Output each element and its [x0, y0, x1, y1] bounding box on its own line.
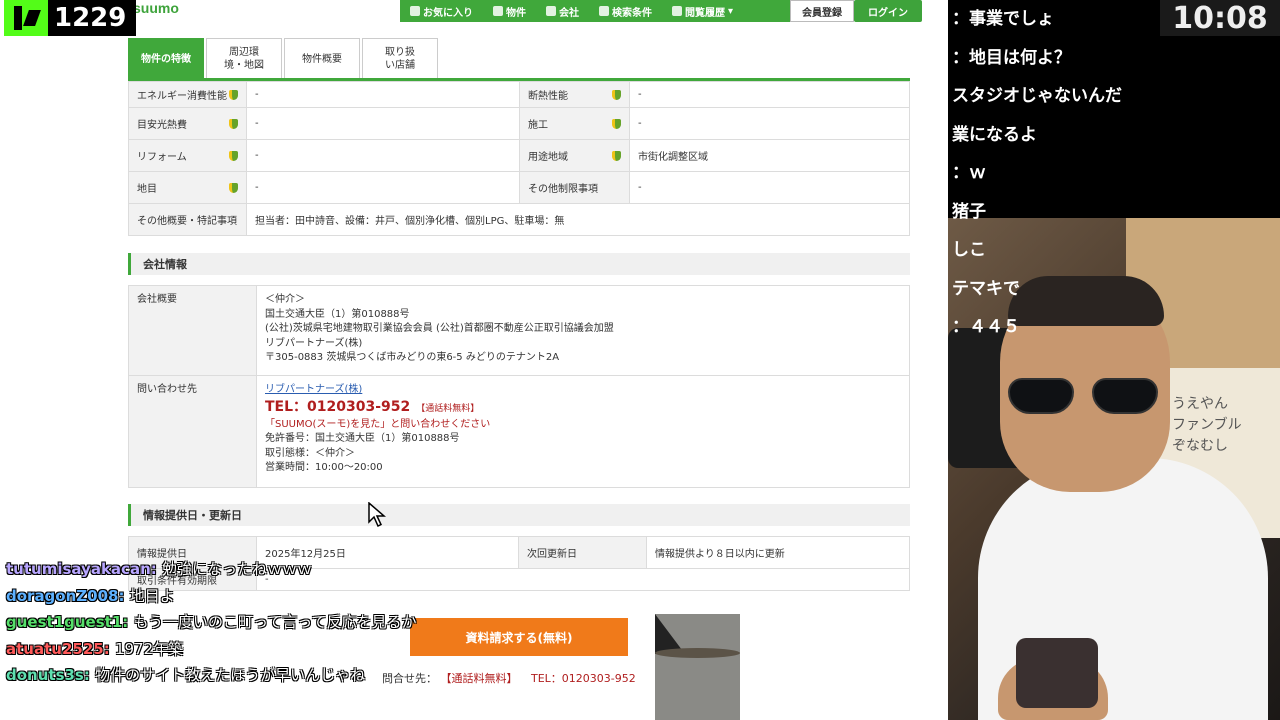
site-header: suumo お気に入り 物件 会社 検索条件 閲覧履歴 ▾ 会員登録 ログイン	[130, 0, 930, 22]
toll-free-badge: 【通話料無料】	[416, 403, 480, 414]
spec-label: 施工	[528, 120, 548, 131]
beginner-mark-icon[interactable]	[229, 150, 238, 161]
nav-property[interactable]: 物件	[493, 4, 526, 19]
viewer-count: 1229	[54, 3, 127, 33]
beginner-mark-icon[interactable]	[229, 182, 238, 193]
beginner-mark-icon[interactable]	[229, 118, 238, 129]
site-logo[interactable]: suumo	[133, 0, 179, 16]
nav-search-conditions[interactable]: 検索条件	[599, 4, 652, 19]
chat-message: atuatu2525: 1972年築	[6, 639, 184, 658]
search-icon	[599, 6, 609, 16]
chat-message: doragonZ008: 地目よ	[6, 586, 175, 605]
company-table: 会社概要 ＜仲介＞ 国土交通大臣（1）第010888号 (公社)茨城県宅地建物取…	[128, 285, 910, 488]
login-button[interactable]: ログイン	[854, 0, 922, 22]
tel-number[interactable]: TEL：0120303-952 【通話料無料】	[265, 398, 901, 418]
chat-message: tutumisayakacan: 勉強になったねｗｗｗ	[6, 560, 312, 578]
nav-history[interactable]: 閲覧履歴 ▾	[672, 4, 733, 19]
kick-logo-icon	[4, 0, 48, 36]
house-icon	[493, 6, 503, 16]
transaction-type: 取引態様：＜仲介＞	[265, 447, 355, 459]
side-chat-line: 業になるよ	[952, 124, 1037, 145]
license-number: 免許番号：国土交通大臣（1）第010888号	[265, 433, 460, 444]
tab-surroundings[interactable]: 周辺環境・地図	[206, 38, 282, 79]
spec-value: -	[246, 171, 520, 204]
spec-label: 用途地域	[528, 152, 568, 163]
member-register-button[interactable]: 会員登録	[790, 0, 854, 22]
side-chat-line: スタジオじゃないんだ	[952, 86, 1122, 106]
business-hours: 営業時間：10:00～20:00	[265, 462, 383, 473]
side-chat-line: しこ	[952, 240, 986, 260]
spec-value: -	[246, 139, 520, 172]
company-overview-label: 会社概要	[128, 285, 257, 376]
inquiry-label: 問い合わせ先	[128, 375, 257, 488]
table-row: 地目 - その他制限事項 -	[128, 171, 910, 204]
spec-label: リフォーム	[137, 152, 187, 163]
stream-side-panel: 10:08 ：事業でしょ ：地目は何よ？ スタジオじゃないんだ 業になるよ ：ｗ…	[948, 0, 1280, 720]
side-chat-line: ：ｗ	[952, 163, 986, 183]
spec-label: 地目	[137, 184, 157, 195]
viewer-counter: 1229	[4, 0, 136, 36]
spec-value: -	[629, 81, 910, 108]
spec-value: 担当者：田中詩音、設備：井戸、個別浄化槽、個別LPG、駐車場：無	[246, 203, 910, 236]
next-update-label: 次回更新日	[518, 536, 647, 569]
inquiry-company-link[interactable]: リブパートナーズ(株)	[265, 383, 901, 398]
table-row: 問い合わせ先 リブパートナーズ(株) TEL：0120303-952 【通話料無料…	[128, 375, 910, 488]
beginner-mark-icon[interactable]	[229, 89, 238, 100]
spec-value: 市街化調整区域	[629, 139, 910, 172]
spec-table: エネルギー消費性能 - 断熱性能 - 目安光熱費 - 施工 - リフォーム - …	[128, 81, 910, 236]
tab-overview[interactable]: 物件概要	[284, 38, 360, 79]
table-row: 会社概要 ＜仲介＞ 国土交通大臣（1）第010888号 (公社)茨城県宅地建物取…	[128, 285, 910, 376]
side-chat-line: テマキで	[952, 278, 1020, 299]
browser-page: 1229 suumo お気に入り 物件 会社 検索条件 閲覧履歴 ▾ 会員登録 ロ…	[0, 0, 948, 720]
stream-clock: 10:08	[1160, 0, 1280, 36]
spec-label: 目安光熱費	[137, 120, 187, 131]
next-update-value: 情報提供より８日以内に更新	[646, 536, 910, 569]
chevron-down-icon: ▾	[728, 5, 734, 17]
contact-tel[interactable]: TEL：0120303-952	[531, 672, 636, 685]
global-nav: お気に入り 物件 会社 検索条件 閲覧履歴 ▾	[400, 0, 810, 22]
inquiry-note: 「SUUMO(スーモ)を見た」と問い合わせください	[265, 418, 491, 430]
spec-value: -	[246, 81, 520, 108]
beginner-mark-icon[interactable]	[612, 150, 621, 161]
beginner-mark-icon[interactable]	[612, 89, 621, 100]
tab-stores[interactable]: 取り扱い店舗	[362, 38, 438, 79]
cup-image	[655, 614, 740, 720]
spec-label: その他概要・特記事項	[128, 203, 247, 236]
nav-company[interactable]: 会社	[546, 4, 579, 19]
tab-features[interactable]: 物件の特徴	[128, 38, 204, 79]
table-row: 目安光熱費 - 施工 -	[128, 107, 910, 140]
company-overview-value: ＜仲介＞ 国土交通大臣（1）第010888号 (公社)茨城県宅地建物取引業協会会…	[256, 285, 910, 376]
table-row: エネルギー消費性能 - 断熱性能 -	[128, 81, 910, 108]
chat-message: guest1guest1: もう一度いのこ町って言って反応を見るか	[6, 613, 417, 631]
sunglasses	[1004, 378, 1164, 418]
spec-value: -	[629, 107, 910, 140]
poster-text: うえやん ファンブル ぞなむし	[1172, 396, 1242, 454]
spec-value: -	[246, 107, 520, 140]
stream-chat-overlay: tutumisayakacan: 勉強になったねｗｗｗ doragonZ008:…	[6, 556, 526, 689]
beginner-mark-icon[interactable]	[612, 118, 621, 129]
inquiry-value: リブパートナーズ(株) TEL：0120303-952 【通話料無料】 「SUUM…	[256, 375, 910, 488]
detail-tabs: 物件の特徴 周辺環境・地図 物件概要 取り扱い店舗	[128, 38, 438, 79]
dates-section-title: 情報提供日・更新日	[128, 504, 910, 526]
building-icon	[546, 6, 556, 16]
side-chat-line: ：４４５	[952, 317, 1020, 337]
mouse-cursor-icon	[368, 502, 386, 528]
company-section-title: 会社情報	[128, 253, 910, 275]
spec-label: エネルギー消費性能	[137, 91, 227, 102]
side-chat-line: ：地目は何よ？	[952, 47, 1071, 68]
chat-message: donuts3s: 物件のサイト教えたほうが早いんじゃね	[6, 666, 366, 684]
clock-icon	[672, 6, 682, 16]
nav-favorites[interactable]: お気に入り	[410, 4, 473, 19]
side-chat-line: 猪子	[952, 201, 986, 222]
spec-value: -	[629, 171, 910, 204]
phone	[1016, 638, 1098, 708]
table-row: その他概要・特記事項 担当者：田中詩音、設備：井戸、個別浄化槽、個別LPG、駐車…	[128, 203, 910, 236]
side-chat: ：事業でしょ ：地目は何よ？ スタジオじゃないんだ 業になるよ ：ｗ 猪子 しこ…	[952, 0, 1272, 347]
heart-icon	[410, 6, 420, 16]
spec-label: 断熱性能	[528, 91, 568, 102]
table-row: リフォーム - 用途地域 市街化調整区域	[128, 139, 910, 172]
spec-label: その他制限事項	[519, 171, 630, 204]
